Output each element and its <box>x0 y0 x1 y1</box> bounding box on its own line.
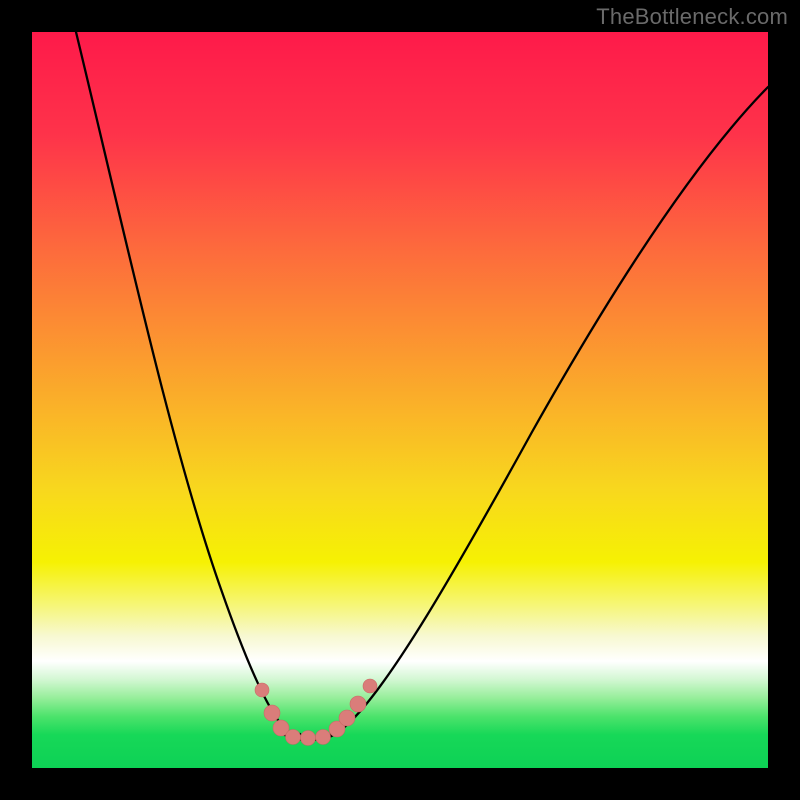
curve-marker <box>264 705 280 721</box>
curve-marker <box>363 679 377 693</box>
curve-marker <box>339 710 355 726</box>
curve-marker <box>255 683 269 697</box>
curve-marker <box>301 731 316 746</box>
curve-marker <box>350 696 366 712</box>
bottleneck-chart-svg <box>32 32 768 768</box>
chart-plot-area <box>32 32 768 768</box>
curve-marker <box>316 730 331 745</box>
curve-marker <box>286 730 301 745</box>
watermark-text: TheBottleneck.com <box>596 4 788 30</box>
